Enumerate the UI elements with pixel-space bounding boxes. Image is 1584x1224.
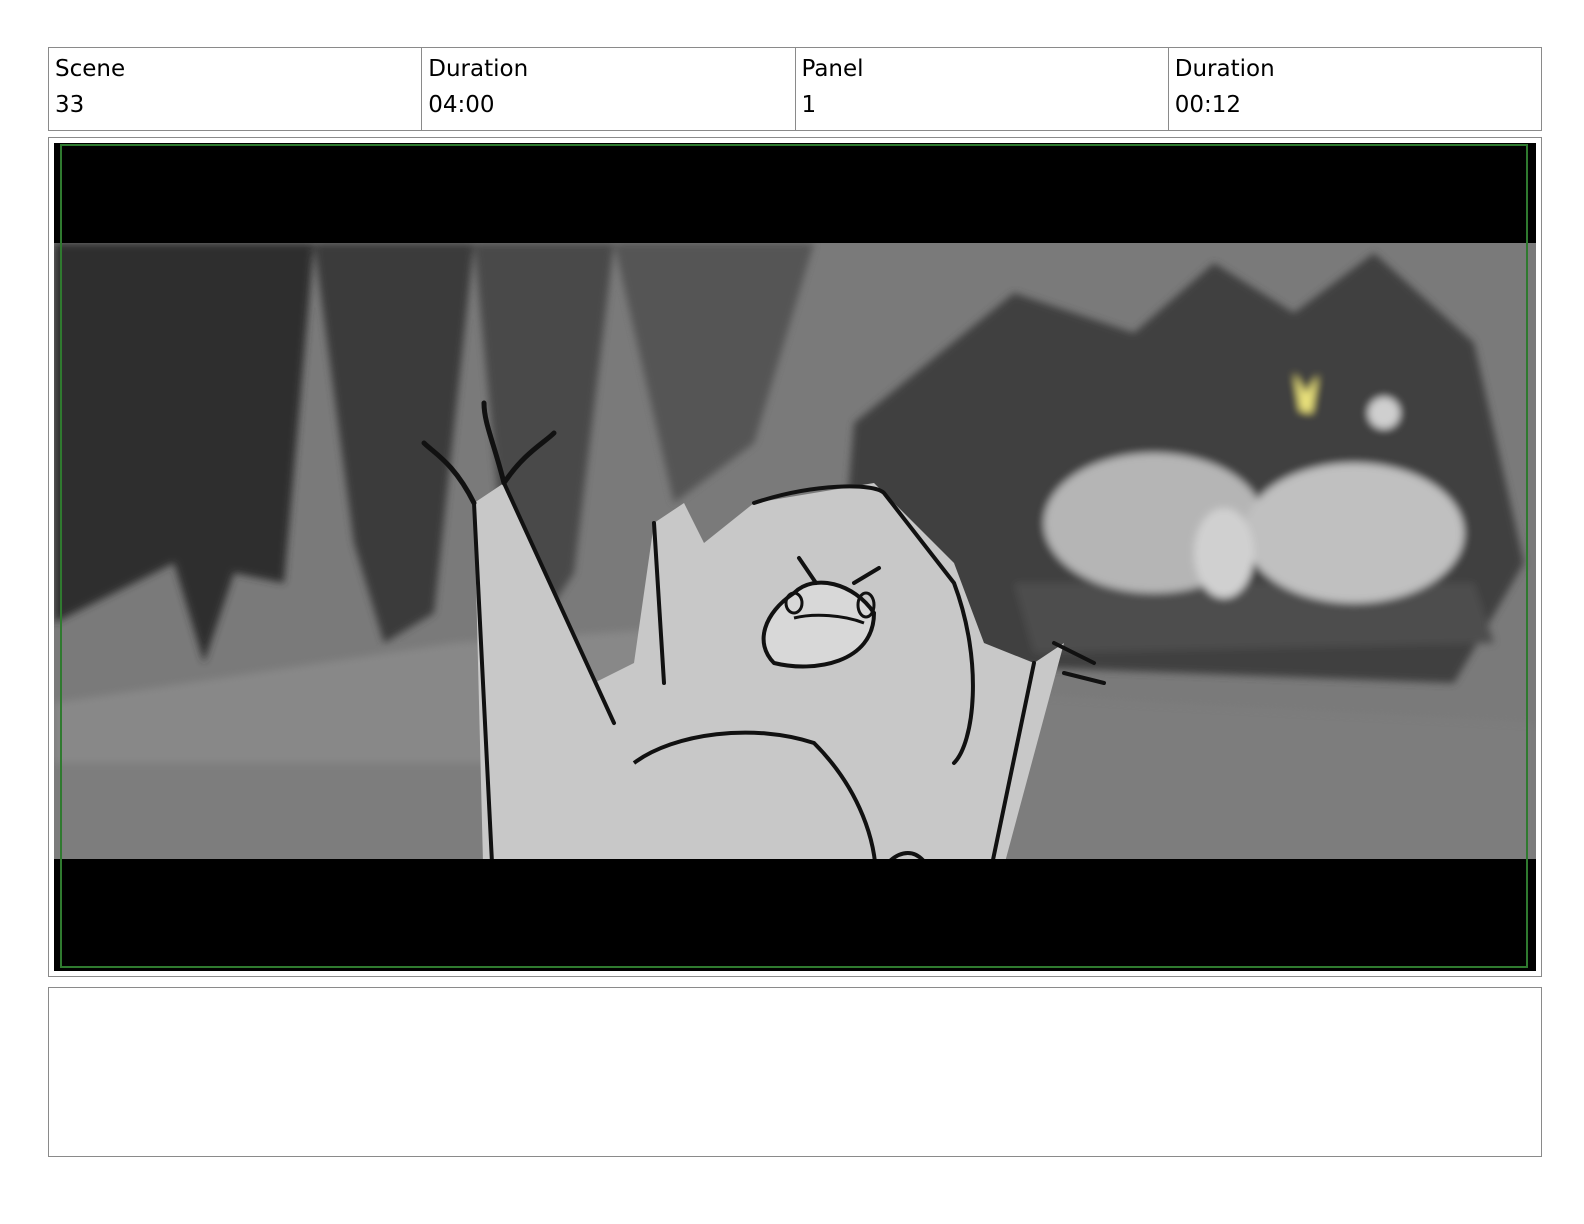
panel-duration-value: 00:12 xyxy=(1174,92,1242,118)
scene-cell: Scene 33 xyxy=(49,48,423,130)
scene-duration-label: Duration xyxy=(428,56,529,82)
storyboard-panel-image xyxy=(54,143,1536,971)
panel-cell: Panel 1 xyxy=(796,48,1169,130)
panel-notes-box xyxy=(48,987,1542,1157)
storyboard-header: Scene 33 Duration 04:00 Panel 1 Duration… xyxy=(48,47,1542,131)
panel-duration-cell: Duration 00:12 xyxy=(1169,48,1541,130)
letterbox-bottom xyxy=(54,859,1536,971)
panel-value: 1 xyxy=(801,92,817,118)
panel-duration-label: Duration xyxy=(1174,56,1275,82)
scene-duration-value: 04:00 xyxy=(428,92,495,118)
scene-value: 33 xyxy=(55,92,85,118)
scene-label: Scene xyxy=(55,56,126,82)
storyboard-panel-frame xyxy=(48,137,1542,977)
panel-label: Panel xyxy=(801,56,864,82)
letterbox-top xyxy=(54,143,1536,243)
scene-duration-cell: Duration 04:00 xyxy=(422,48,796,130)
